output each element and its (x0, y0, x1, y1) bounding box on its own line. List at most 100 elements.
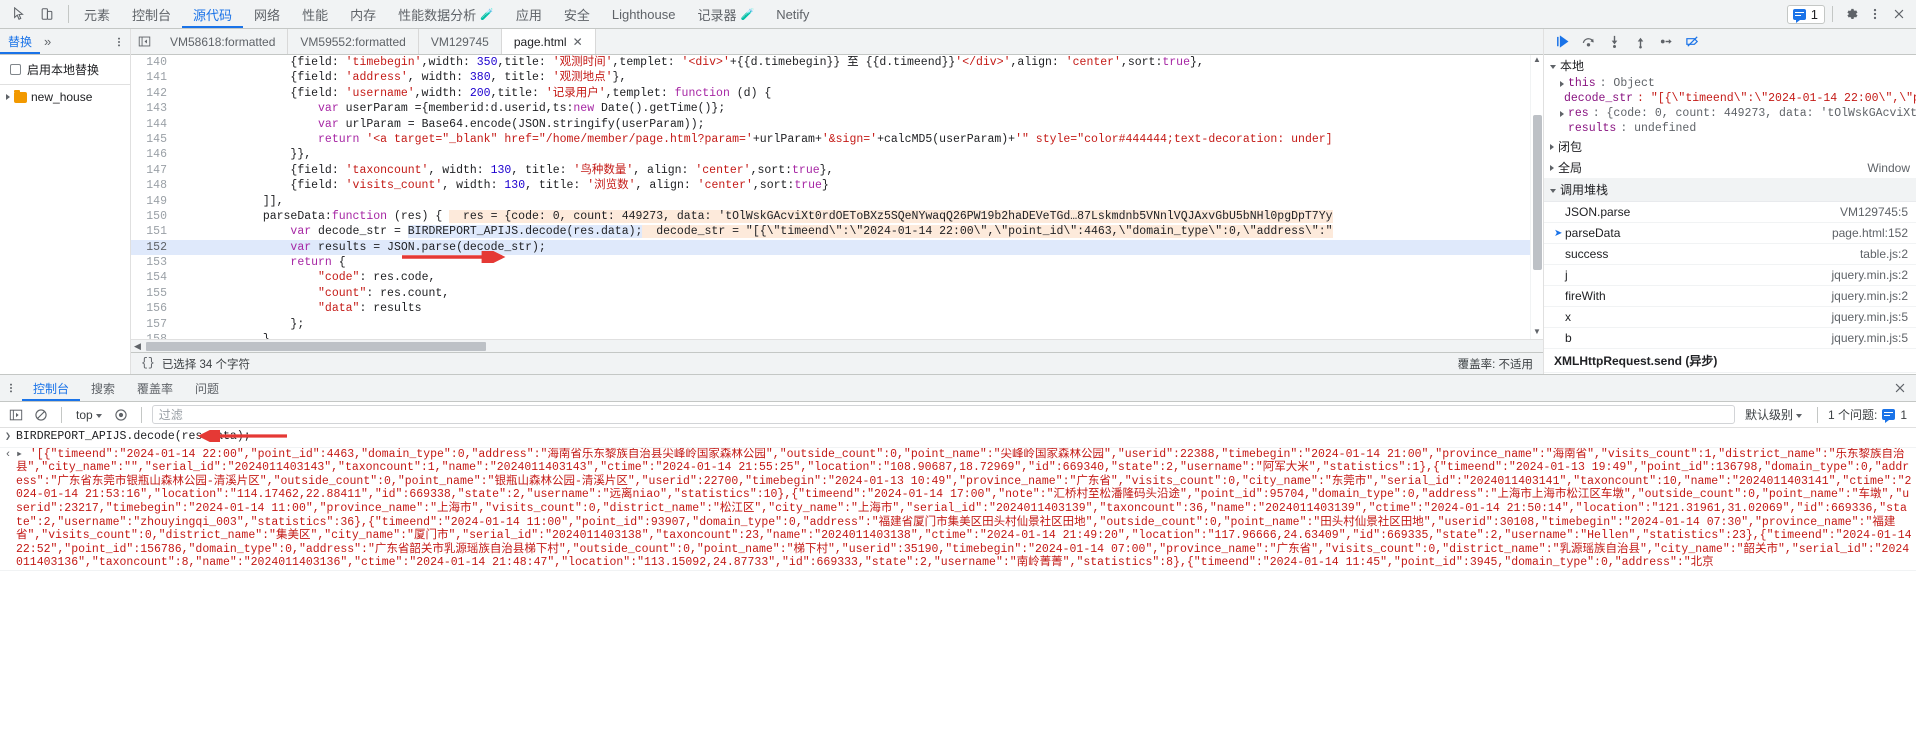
tab-network[interactable]: 网络 (243, 0, 291, 28)
step-button[interactable] (1654, 31, 1679, 53)
editor-tab-nav-icon[interactable] (131, 29, 158, 54)
tab-netify[interactable]: Netify (765, 0, 820, 28)
tab-performance-insights[interactable]: 性能数据分析 🧪 (387, 0, 505, 28)
scroll-down-icon[interactable]: ▼ (1531, 327, 1543, 339)
scope-variable-row[interactable]: results: undefined (1544, 121, 1916, 136)
code-line[interactable]: 150 parseData:function (res) { res = {co… (131, 209, 1530, 224)
execution-context-selector[interactable]: top (72, 407, 106, 423)
scope-section-closure[interactable]: 闭包 (1544, 136, 1916, 157)
code-line[interactable]: 142 {field: 'username',width: 200,title:… (131, 86, 1530, 101)
clear-console-icon[interactable] (31, 405, 51, 425)
code-line[interactable]: 141 {field: 'address', width: 380, title… (131, 70, 1530, 85)
tab-sources[interactable]: 源代码 (182, 0, 244, 28)
issues-button[interactable]: 1 (1786, 4, 1825, 24)
drawer-tab-console[interactable]: 控制台 (22, 375, 81, 401)
code-line[interactable]: 151 var decode_str = BIRDREPORT_APIJS.de… (131, 224, 1530, 239)
console-command-row[interactable]: ❯ BIRDREPORT_APIJS.decode(res.data); (0, 428, 1916, 448)
tab-recorder[interactable]: 记录器 🧪 (686, 0, 765, 28)
step-into-button[interactable] (1602, 31, 1627, 53)
tab-security[interactable]: 安全 (553, 0, 601, 28)
callstack-frame[interactable]: fireWith jquery.min.js:2 (1544, 286, 1916, 307)
code-line[interactable]: 152 var results = JSON.parse(decode_str)… (131, 239, 1530, 256)
chevron-right-icon[interactable] (1560, 80, 1564, 87)
code-line[interactable]: 144 var urlParam = Base64.encode(JSON.st… (131, 117, 1530, 132)
more-vertical-icon[interactable] (1864, 3, 1886, 25)
scroll-left-icon[interactable]: ◀ (131, 341, 144, 352)
code-line[interactable]: 143 var userParam ={memberid:d.userid,ts… (131, 101, 1530, 116)
code-line[interactable]: 148 {field: 'visits_count', width: 130, … (131, 178, 1530, 193)
selected-expression[interactable]: BIRDREPORT_APIJS.decode(res.data); (407, 225, 643, 239)
resume-button[interactable] (1550, 31, 1575, 53)
navigator-more-tabs[interactable]: » (40, 29, 55, 54)
tab-application[interactable]: 应用 (505, 0, 553, 28)
gear-icon[interactable] (1840, 3, 1862, 25)
callstack-frame[interactable]: x jquery.min.js:5 (1544, 307, 1916, 328)
code-token: , title: (525, 179, 588, 193)
step-over-button[interactable] (1576, 31, 1601, 53)
navigator-tree-item-new-house[interactable]: new_house (0, 88, 130, 106)
code-line[interactable]: 147 {field: 'taxoncount', width: 130, ti… (131, 163, 1530, 178)
code-line[interactable]: 145 return '<a target="_blank" href="/ho… (131, 132, 1530, 147)
editor-horizontal-scrollbar[interactable]: ◀ (131, 339, 1543, 352)
device-toggle-icon[interactable] (36, 3, 58, 25)
tab-console[interactable]: 控制台 (121, 0, 182, 28)
chevron-right-icon[interactable] (1560, 110, 1564, 117)
drawer-tab-search[interactable]: 搜索 (80, 375, 126, 401)
code-lines-area[interactable]: 140 {field: 'timebegin',width: 350,title… (131, 55, 1530, 339)
code-line[interactable]: 146 }}, (131, 147, 1530, 162)
tab-lighthouse[interactable]: Lighthouse (601, 0, 687, 28)
callstack-frame[interactable]: JSON.parse VM129745:5 (1544, 202, 1916, 223)
callstack-frame[interactable]: j jquery.min.js:2 (1544, 265, 1916, 286)
scope-section-global[interactable]: 全局 Window (1544, 157, 1916, 178)
expand-triangle-icon[interactable]: ▸ (16, 448, 30, 461)
code-editor[interactable]: 140 {field: 'timebegin',width: 350,title… (131, 55, 1543, 339)
console-issues-chip[interactable]: 1 个问题: 1 (1828, 406, 1910, 423)
navigator-menu-icon[interactable] (108, 29, 130, 54)
inspect-cursor-icon[interactable] (8, 3, 30, 25)
console-output[interactable]: ❯ BIRDREPORT_APIJS.decode(res.data); ‹ ▸… (0, 428, 1916, 736)
callstack-frame[interactable]: b jquery.min.js:5 (1544, 328, 1916, 349)
scope-variable-row[interactable]: decode_str: "[{\"timeend\":\"2024-01-14 … (1544, 91, 1916, 106)
format-braces-icon[interactable]: {} (141, 357, 155, 370)
code-line[interactable]: 154 "code": res.code, (131, 270, 1530, 285)
console-settings-eye-icon[interactable] (111, 405, 131, 425)
editor-tab-vm59552[interactable]: VM59552:formatted (288, 29, 419, 54)
code-line[interactable]: 153 return { (131, 255, 1530, 270)
callstack-section[interactable]: 调用堆栈 (1544, 178, 1916, 202)
navigator-tab-overrides[interactable]: 替换 (0, 29, 41, 54)
console-filter-input[interactable]: 过滤 (151, 405, 1735, 424)
scroll-up-icon[interactable]: ▲ (1531, 55, 1543, 67)
tab-memory[interactable]: 内存 (339, 0, 387, 28)
enable-local-overrides-checkbox[interactable]: 启用本地替换 (0, 55, 130, 83)
scope-section-local[interactable]: 本地 (1544, 55, 1916, 76)
drawer-tab-issues[interactable]: 问题 (184, 375, 230, 401)
code-line[interactable]: 140 {field: 'timebegin',width: 350,title… (131, 55, 1530, 70)
tab-performance[interactable]: 性能 (291, 0, 339, 28)
callstack-frame[interactable]: ➤ parseData page.html:152 (1544, 223, 1916, 244)
scrollbar-thumb[interactable] (1533, 115, 1542, 270)
log-level-selector[interactable]: 默认级别 (1740, 405, 1807, 424)
editor-tab-vm129745[interactable]: VM129745 (419, 29, 502, 54)
scope-variable-row[interactable]: res: {code: 0, count: 449273, data: 'tOl… (1544, 106, 1916, 121)
code-line[interactable]: 155 "count": res.count, (131, 286, 1530, 301)
editor-tab-vm58618[interactable]: VM58618:formatted (158, 29, 289, 54)
callstack-frame[interactable]: success table.js:2 (1544, 244, 1916, 265)
editor-tab-page-html[interactable]: page.html ✕ (501, 29, 596, 54)
scrollbar-thumb[interactable] (146, 341, 486, 351)
scope-variable-row[interactable]: this: Object (1544, 76, 1916, 91)
drawer-menu-icon[interactable] (0, 375, 22, 401)
close-icon[interactable] (1888, 3, 1910, 25)
close-icon[interactable] (1884, 375, 1916, 401)
console-sidebar-toggle-icon[interactable] (6, 405, 26, 425)
code-line[interactable]: 158 }, (131, 332, 1530, 339)
code-line[interactable]: 149 ]], (131, 194, 1530, 209)
deactivate-breakpoints-button[interactable] (1680, 31, 1705, 53)
editor-vertical-scrollbar[interactable]: ▲ ▼ (1530, 55, 1543, 339)
code-line[interactable]: 156 "data": results (131, 301, 1530, 316)
step-out-button[interactable] (1628, 31, 1653, 53)
drawer-tab-coverage[interactable]: 覆盖率 (126, 375, 184, 401)
tab-elements[interactable]: 元素 (73, 0, 121, 28)
code-line[interactable]: 157 }; (131, 317, 1530, 332)
close-icon[interactable]: ✕ (573, 35, 583, 49)
code-token: : res.code, (359, 271, 436, 285)
